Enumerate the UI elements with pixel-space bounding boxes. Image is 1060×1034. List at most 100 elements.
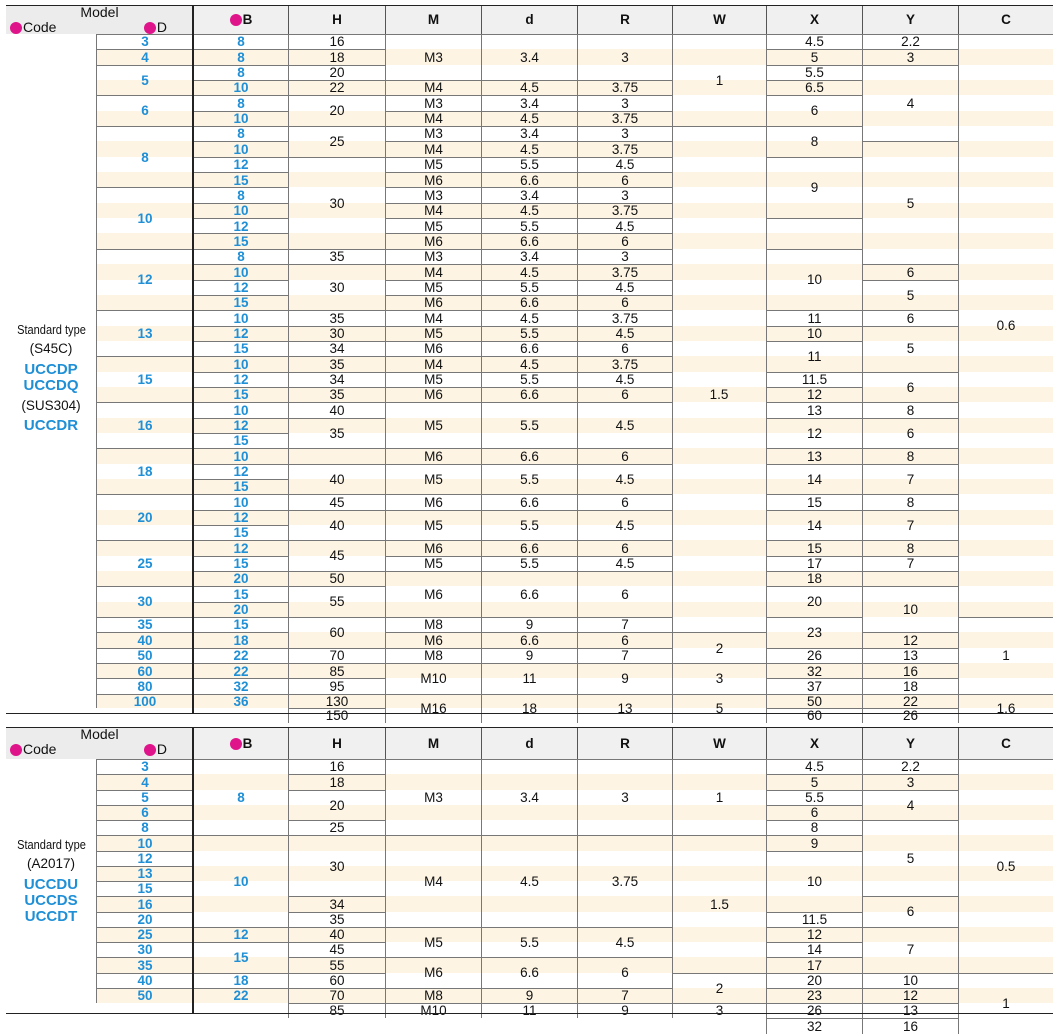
- b-value: 8: [193, 34, 288, 50]
- d-small-value: 5.5: [481, 555, 577, 572]
- m-value: M5: [385, 279, 481, 295]
- y-value: 7: [862, 926, 958, 973]
- x-value: 5.5: [766, 789, 862, 805]
- b-value: 12: [193, 325, 288, 341]
- b-value: 10: [193, 835, 288, 927]
- x-value: 26: [766, 647, 862, 664]
- r-value: 6: [577, 172, 672, 188]
- y-value: 12: [862, 987, 958, 1003]
- code-header: Code: [10, 742, 56, 757]
- r-value: 13: [577, 693, 672, 723]
- m-value: M6: [385, 340, 481, 357]
- x-value: 9: [766, 835, 862, 851]
- d-value: 100: [96, 693, 193, 709]
- d-value: 10: [96, 835, 193, 851]
- b-label: B: [242, 735, 253, 751]
- d-value: 30: [96, 586, 193, 618]
- b-value: 8: [193, 95, 288, 111]
- col-header-d: d: [481, 728, 577, 759]
- d-value: 80: [96, 678, 193, 694]
- x-value: 5: [766, 49, 862, 65]
- w-value: 1: [672, 34, 766, 127]
- h-value: 35: [288, 386, 385, 403]
- x-value: 11.5: [766, 371, 862, 387]
- h-value: 20: [288, 95, 385, 127]
- y-value: 2.2: [862, 34, 958, 50]
- m-value: M3: [385, 759, 481, 836]
- b-value: 15: [193, 386, 288, 403]
- m-value: M6: [385, 571, 481, 618]
- m-value: M5: [385, 509, 481, 541]
- col-header-w: W: [672, 6, 766, 34]
- h-value: 16: [288, 34, 385, 50]
- y-value: 3: [862, 774, 958, 790]
- y-value: 8: [862, 494, 958, 510]
- d-small-value: 3.4: [481, 759, 577, 836]
- model-header: Model Code D: [6, 727, 193, 759]
- x-value: 14: [766, 463, 862, 495]
- d-small-value: 3.4: [481, 34, 577, 81]
- x-value: 37: [766, 678, 862, 694]
- d-value: 18: [96, 448, 193, 495]
- x-value: 13: [766, 402, 862, 418]
- d-small-value: 11: [481, 1003, 577, 1019]
- b-value: 15: [193, 172, 288, 188]
- b-value: 32: [193, 678, 288, 694]
- r-value: 9: [577, 663, 672, 694]
- x-value: 4.5: [766, 34, 862, 50]
- d-value: 35: [96, 617, 193, 633]
- r-value: 3.75: [577, 835, 672, 927]
- h-value: 60: [288, 972, 385, 988]
- r-value: 3.75: [577, 80, 672, 96]
- h-value: 45: [288, 494, 385, 510]
- y-value: 26: [862, 708, 958, 723]
- b-value: 22: [193, 647, 288, 664]
- d-small-value: 5.5: [481, 218, 577, 234]
- x-value: 8: [766, 126, 862, 157]
- m-value: M16: [385, 693, 481, 723]
- d-small-value: 3.4: [481, 95, 577, 111]
- d-value: 5: [96, 789, 193, 805]
- d-small-value: 4.5: [481, 835, 577, 927]
- r-value: 3: [577, 95, 672, 111]
- r-value: 6: [577, 448, 672, 464]
- col-header-y: Y: [862, 6, 958, 34]
- h-value: 45: [288, 540, 385, 572]
- material-label: (SUS304): [21, 397, 81, 413]
- x-value: 17: [766, 957, 862, 973]
- m-value: M6: [385, 494, 481, 510]
- b-value: 8: [193, 759, 288, 836]
- x-value: 18: [766, 571, 862, 587]
- r-value: 4.5: [577, 463, 672, 495]
- h-value: 70: [288, 987, 385, 1003]
- x-value: 11.5: [766, 911, 862, 927]
- h-value: 25: [288, 126, 385, 157]
- y-value: 7: [862, 509, 958, 541]
- d-small-value: 5.5: [481, 463, 577, 495]
- y-value: 4: [862, 64, 958, 142]
- b-value: 8: [193, 49, 288, 65]
- d-value: 20: [96, 494, 193, 541]
- b-value: 15: [193, 294, 288, 311]
- marker-3-icon: [229, 737, 242, 750]
- b-value: 15: [193, 525, 288, 541]
- col-header-r: R: [577, 6, 672, 34]
- model-code: UCCDU: [23, 875, 79, 893]
- r-value: 3: [577, 759, 672, 836]
- m-value: M4: [385, 141, 481, 157]
- d-value: 8: [96, 126, 193, 188]
- x-value: 12: [766, 386, 862, 403]
- d-value: 20: [96, 911, 193, 927]
- d-small-value: 6.6: [481, 386, 577, 403]
- r-value: 6: [577, 340, 672, 357]
- h-value: 40: [288, 509, 385, 541]
- h-value: 35: [288, 248, 385, 265]
- m-value: M8: [385, 617, 481, 633]
- h-value: 30: [288, 835, 385, 897]
- d-small-value: 6.6: [481, 494, 577, 510]
- m-value: M3: [385, 187, 481, 203]
- c-value: 1: [958, 617, 1053, 694]
- d-small-value: 6.6: [481, 340, 577, 357]
- w-value: 3: [672, 663, 766, 694]
- x-value: 13: [766, 448, 862, 464]
